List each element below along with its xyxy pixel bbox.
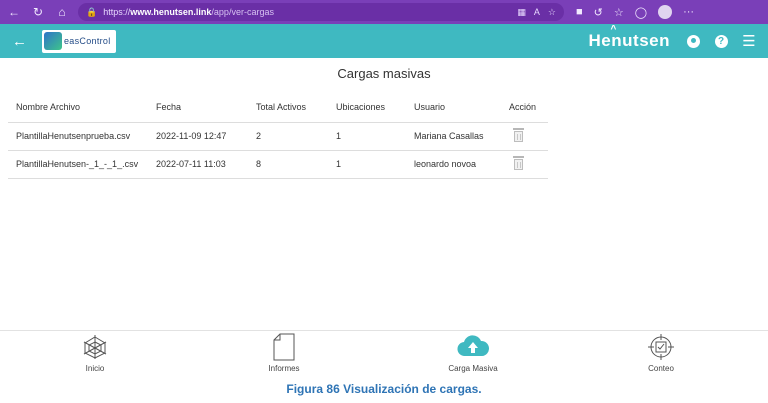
url-prefix: https:// <box>103 7 131 17</box>
browser-refresh-icon[interactable]: ↻ <box>28 2 48 22</box>
user-cell: Mariana Casallas <box>406 122 501 151</box>
date-cell: 2022-07-11 11:03 <box>148 150 248 179</box>
address-bar[interactable]: 🔒 https://www.henutsen.link/app/ver-carg… <box>78 3 564 21</box>
file-name-cell: PlantillaHenutsenprueba.csv <box>8 122 148 151</box>
client-logo-badge <box>44 32 62 50</box>
extensions-icon[interactable]: ■ <box>576 6 583 18</box>
column-header: Usuario <box>406 92 501 123</box>
column-header: Fecha <box>148 92 248 123</box>
nav-tab-informes[interactable]: Informes <box>229 331 339 377</box>
favorite-add-icon[interactable]: ☆ <box>548 7 556 18</box>
nav-label: Conteo <box>648 364 674 373</box>
column-header: Acción <box>501 92 548 123</box>
more-menu-icon[interactable]: ··· <box>683 6 694 18</box>
brand-logo: ^ Henutsen <box>588 24 670 51</box>
column-header: Nombre Archivo <box>8 92 148 123</box>
url-host: www.henutsen.link <box>130 7 212 17</box>
brand-name: Henutsen <box>588 31 670 50</box>
app-header: ← easControl ^ Henutsen ? ☰ <box>0 24 768 58</box>
browser-back-icon[interactable]: ← <box>4 2 24 22</box>
browser-home-icon[interactable]: ⌂ <box>52 2 72 22</box>
client-logo: easControl <box>42 29 116 53</box>
locations-cell: 1 <box>328 150 406 179</box>
total-assets-cell: 8 <box>248 150 328 179</box>
read-aloud-icon[interactable]: A <box>534 7 540 18</box>
cloud-upload-icon <box>418 331 528 363</box>
profile-avatar[interactable] <box>658 5 673 19</box>
document-icon <box>229 331 339 363</box>
column-header: Total Activos <box>248 92 328 123</box>
nav-tab-inicio[interactable]: Inicio <box>40 331 150 377</box>
brand-hat-icon: ^ <box>610 24 617 35</box>
user-icon[interactable] <box>684 32 702 50</box>
hamburger-menu-icon[interactable]: ☰ <box>740 32 758 50</box>
table-header-row: Nombre Archivo Fecha Total Activos Ubica… <box>8 92 548 123</box>
table-row: PlantillaHenutsen-_1_-_1_.csv 2022-07-11… <box>8 150 548 179</box>
figure-caption: Figura 86 Visualización de cargas. <box>286 382 482 396</box>
sync-icon[interactable]: ↺ <box>594 6 603 19</box>
file-name-cell: PlantillaHenutsen-_1_-_1_.csv <box>8 150 148 179</box>
action-cell <box>501 150 548 179</box>
nav-label: Carga Masiva <box>448 364 498 373</box>
user-cell: leonardo novoa <box>406 150 501 179</box>
total-assets-cell: 2 <box>248 122 328 151</box>
delete-trash-icon[interactable] <box>513 128 524 142</box>
nav-label: Informes <box>268 364 300 373</box>
bottom-navigation: Inicio Informes Carga Masiva Conteo <box>0 330 768 376</box>
date-cell: 2022-11-09 12:47 <box>148 122 248 151</box>
nav-tab-conteo[interactable]: Conteo <box>606 331 716 377</box>
client-logo-text: easControl <box>64 36 111 46</box>
page-title: Cargas masivas <box>337 66 431 81</box>
table-row: PlantillaHenutsenprueba.csv 2022-11-09 1… <box>8 122 548 151</box>
nav-tab-carga-masiva[interactable]: Carga Masiva <box>418 331 528 377</box>
back-arrow-icon[interactable]: ← <box>12 33 28 50</box>
locations-cell: 1 <box>328 122 406 151</box>
favorites-icon[interactable]: ☆ <box>614 6 624 19</box>
apps-grid-icon[interactable]: ▦ <box>517 7 526 18</box>
collections-icon[interactable]: ◯ <box>635 6 647 19</box>
target-check-icon <box>606 331 716 363</box>
help-icon[interactable]: ? <box>712 32 730 50</box>
lock-icon: 🔒 <box>86 6 98 17</box>
url-path: /app/ver-cargas <box>211 7 274 17</box>
uploads-table: Nombre Archivo Fecha Total Activos Ubica… <box>8 92 548 179</box>
radar-icon <box>40 331 150 363</box>
browser-toolbar: ← ↻ ⌂ 🔒 https://www.henutsen.link/app/ve… <box>0 0 768 24</box>
delete-trash-icon[interactable] <box>513 156 524 170</box>
nav-label: Inicio <box>85 364 105 373</box>
column-header: Ubicaciones <box>328 92 406 123</box>
action-cell <box>501 122 548 151</box>
